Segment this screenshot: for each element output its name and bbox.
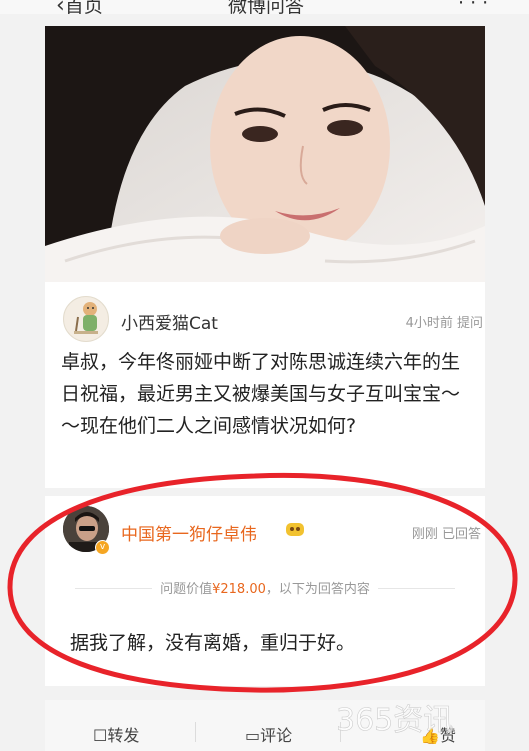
value-suffix: ，以下为回答内容 (265, 582, 370, 597)
answer-text: 据我了解，没有离婚，重归于好。 (70, 632, 356, 654)
question-value-line: 问题价值¥218.00，以下为回答内容 (45, 578, 485, 597)
comment-button[interactable]: ▭评论 (245, 722, 292, 746)
answerer-name[interactable]: 中国第一狗仔卓伟 (121, 520, 257, 545)
divider (340, 722, 341, 742)
back-label: 首页 (64, 0, 103, 14)
question-value-price: ¥218.00 (212, 582, 266, 597)
asker-name[interactable]: 小西爱猫Cat (121, 309, 218, 334)
question-text: 卓叔，今年佟丽娅中断了对陈思诚连续六年的生日祝福，最近男主又被爆美国与女子互叫宝… (61, 351, 461, 437)
repost-icon: ☐ (93, 726, 108, 745)
value-prefix: 问题价值 (160, 582, 213, 597)
back-button[interactable]: ‹首页 (56, 0, 103, 14)
question-photo[interactable] (45, 26, 485, 282)
asker-avatar[interactable] (63, 296, 109, 342)
portrait-image (45, 26, 485, 282)
question-time-meta: 4小时前 提问 (405, 316, 483, 331)
action-bar: ☐转发 ▭评论 👍赞 (45, 700, 485, 751)
question-card: 小西爱猫Cat 4小时前 提问 卓叔，今年佟丽娅中断了对陈思诚连续六年的生日祝福… (45, 26, 485, 488)
page-title: 微博问答 (228, 0, 305, 14)
thumbs-up-icon: 👍 (420, 726, 440, 745)
repost-label: 转发 (107, 726, 140, 745)
like-label: 赞 (439, 726, 456, 745)
answer-time-meta: 刚刚 已回答 (411, 527, 481, 542)
repost-button[interactable]: ☐转发 (93, 722, 139, 746)
asker-row: 小西爱猫Cat 4小时前 提问 (63, 296, 483, 344)
answer-card: v 中国第一狗仔卓伟 刚刚 已回答 问题价值¥218.00，以下为回答内容 据我… (45, 496, 485, 686)
top-nav-bar: ‹首页 微博问答 · · · (0, 0, 529, 14)
chevron-left-icon: ‹ (56, 0, 65, 14)
vip-crown-icon (285, 520, 305, 538)
comment-label: 评论 (260, 726, 293, 745)
verified-badge-icon: v (95, 540, 110, 555)
comment-icon: ▭ (245, 726, 261, 745)
divider (195, 722, 196, 742)
like-button[interactable]: 👍赞 (420, 722, 456, 746)
cartoon-avatar-icon (74, 302, 98, 334)
more-icon[interactable]: · · · (458, 0, 488, 14)
